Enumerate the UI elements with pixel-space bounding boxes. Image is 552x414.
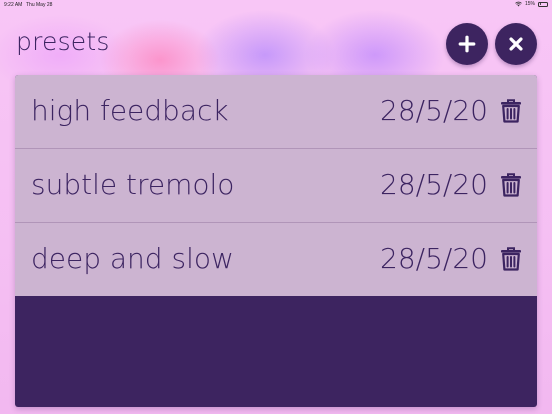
preset-row[interactable]: high feedback 28/5/20	[15, 75, 537, 149]
status-indicators: 15%	[515, 1, 548, 7]
battery-icon	[538, 1, 548, 7]
preset-list: high feedback 28/5/20 subtle tremolo 28/…	[15, 75, 537, 296]
battery-fill	[539, 3, 541, 5]
presets-panel: high feedback 28/5/20 subtle tremolo 28/…	[15, 75, 537, 407]
trash-icon[interactable]	[500, 247, 522, 271]
status-time: 9:22 AM	[4, 2, 23, 8]
plus-icon	[458, 35, 476, 53]
wifi-icon	[515, 1, 522, 7]
preset-name: deep and slow	[31, 242, 234, 275]
battery-percent: 15%	[524, 1, 535, 7]
close-button[interactable]	[495, 23, 537, 65]
trash-icon[interactable]	[500, 173, 522, 197]
close-icon	[509, 37, 523, 51]
preset-row[interactable]: deep and slow 28/5/20	[15, 223, 537, 296]
preset-row[interactable]: subtle tremolo 28/5/20	[15, 149, 537, 223]
status-bar: 9:22 AM Thu May 28 15%	[0, 0, 552, 12]
preset-name: high feedback	[31, 94, 229, 127]
trash-icon[interactable]	[500, 99, 522, 123]
preset-date: 28/5/20	[380, 168, 488, 201]
preset-name: subtle tremolo	[31, 168, 235, 201]
page-title: presets	[16, 27, 110, 56]
preset-date: 28/5/20	[380, 242, 488, 275]
preset-date: 28/5/20	[380, 94, 488, 127]
add-preset-button[interactable]	[446, 23, 488, 65]
status-date: Thu May 28	[26, 2, 53, 8]
